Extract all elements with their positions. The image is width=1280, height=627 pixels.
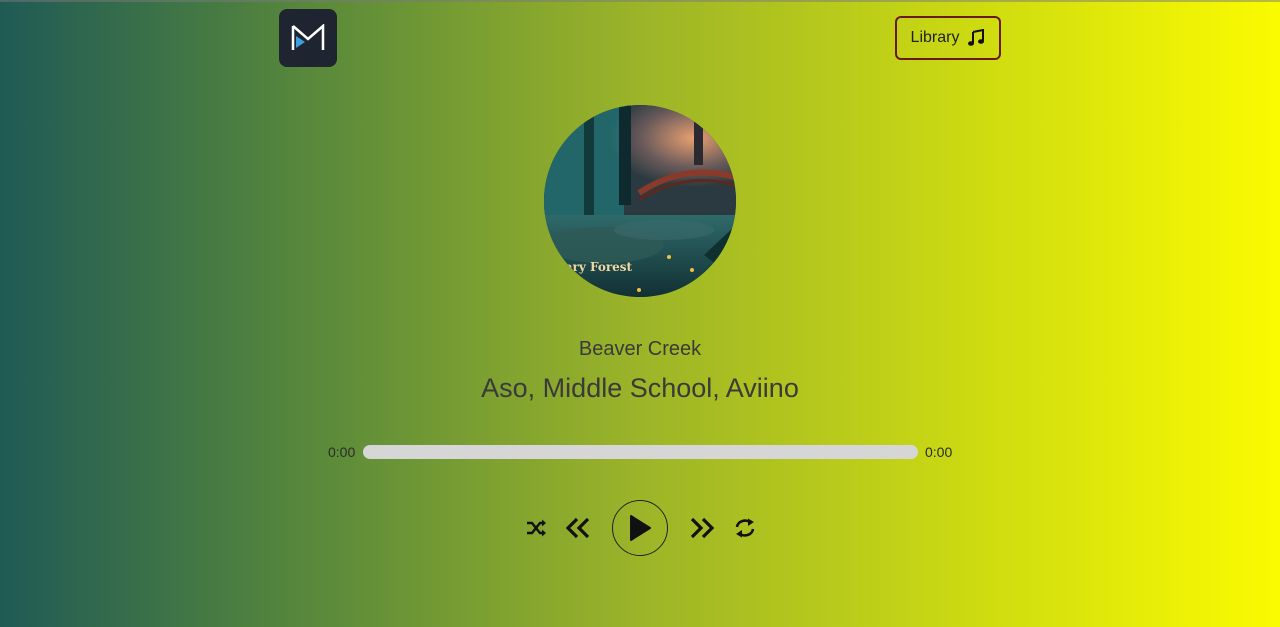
top-border bbox=[0, 0, 1280, 2]
cover-text: nary Forest bbox=[556, 260, 633, 274]
previous-button[interactable] bbox=[564, 516, 592, 540]
album-cover: nary Forest bbox=[544, 105, 736, 297]
app-logo[interactable] bbox=[279, 9, 337, 67]
repeat-button[interactable] bbox=[732, 516, 758, 540]
duration-time: 0:00 bbox=[925, 444, 953, 460]
shuffle-icon bbox=[527, 519, 546, 537]
next-button[interactable] bbox=[688, 516, 716, 540]
play-icon bbox=[630, 515, 651, 541]
library-label: Library bbox=[910, 29, 960, 46]
song-title: Beaver Creek bbox=[578, 338, 702, 360]
m-logo-icon bbox=[291, 24, 325, 50]
library-button[interactable]: Library bbox=[895, 16, 1001, 60]
play-button[interactable] bbox=[612, 500, 668, 556]
next-icon bbox=[690, 517, 715, 539]
shuffle-button[interactable] bbox=[523, 516, 549, 540]
music-note-icon bbox=[968, 29, 985, 46]
current-time: 0:00 bbox=[328, 444, 356, 460]
artist-name: Aso, Middle School, Aviino bbox=[481, 373, 799, 403]
repeat-icon bbox=[735, 518, 755, 538]
progress-slider[interactable] bbox=[363, 445, 918, 459]
previous-icon bbox=[565, 517, 590, 539]
